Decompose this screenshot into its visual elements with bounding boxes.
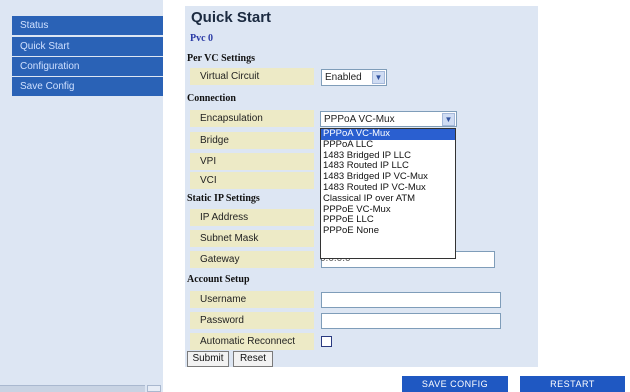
connection-heading: Connection — [187, 93, 236, 104]
username-cell — [317, 291, 527, 308]
vpi-label: VPI — [190, 153, 314, 170]
per-vc-heading: Per VC Settings — [187, 53, 255, 64]
account-heading: Account Setup — [187, 274, 250, 285]
encapsulation-label: Encapsulation — [190, 110, 314, 127]
gateway-label: Gateway — [190, 251, 314, 268]
nav-item-configuration[interactable]: Configuration — [12, 57, 163, 76]
scrollbar-track[interactable] — [0, 385, 145, 392]
encapsulation-option[interactable]: Classical IP over ATM — [321, 193, 455, 205]
encapsulation-dropdown-list[interactable]: PPPoA VC-Mux PPPoA LLC 1483 Bridged IP L… — [320, 128, 456, 259]
encapsulation-value: PPPoA VC-Mux — [324, 114, 395, 125]
password-label: Password — [190, 312, 314, 329]
reset-button[interactable]: Reset — [233, 351, 273, 367]
encapsulation-select[interactable]: PPPoA VC-Mux ▼ — [320, 111, 457, 127]
nav-item-save-config[interactable]: Save Config — [12, 77, 163, 96]
page-title: Quick Start — [191, 9, 272, 26]
chevron-down-icon[interactable]: ▼ — [372, 71, 385, 84]
sidebar: Status Quick Start Configuration Save Co… — [0, 0, 163, 392]
subnet-mask-label: Subnet Mask — [190, 230, 314, 247]
static-ip-heading: Static IP Settings — [187, 193, 260, 204]
encapsulation-option[interactable]: PPPoE None — [321, 225, 455, 237]
password-cell — [317, 312, 527, 329]
nav-item-quick-start[interactable]: Quick Start — [12, 37, 163, 56]
scrollbar-handle[interactable] — [147, 385, 161, 392]
virtual-circuit-label: Virtual Circuit — [190, 68, 314, 85]
chevron-down-icon[interactable]: ▼ — [442, 113, 455, 126]
submit-button[interactable]: Submit — [187, 351, 229, 367]
save-config-button[interactable]: SAVE CONFIG — [402, 376, 508, 392]
pvc-label: Pvc 0 — [190, 33, 214, 44]
virtual-circuit-value: Enabled — [325, 72, 362, 83]
nav-item-status[interactable]: Status — [12, 16, 163, 35]
virtual-circuit-select[interactable]: Enabled ▼ — [321, 69, 387, 86]
bridge-label: Bridge — [190, 132, 314, 149]
username-label: Username — [190, 291, 314, 308]
virtual-circuit-cell: Enabled ▼ — [317, 68, 527, 86]
encapsulation-option[interactable]: PPPoA LLC — [321, 139, 455, 151]
restart-button[interactable]: RESTART — [520, 376, 625, 392]
username-input[interactable] — [321, 292, 501, 308]
automatic-reconnect-cell — [317, 333, 527, 350]
automatic-reconnect-checkbox[interactable] — [321, 336, 332, 347]
encapsulation-cell: PPPoA VC-Mux ▼ — [317, 110, 527, 127]
password-input[interactable] — [321, 313, 501, 329]
automatic-reconnect-label: Automatic Reconnect — [190, 333, 314, 350]
sidebar-scrollbar[interactable] — [0, 384, 163, 392]
ip-address-label: IP Address — [190, 209, 314, 226]
vci-label: VCI — [190, 172, 314, 189]
